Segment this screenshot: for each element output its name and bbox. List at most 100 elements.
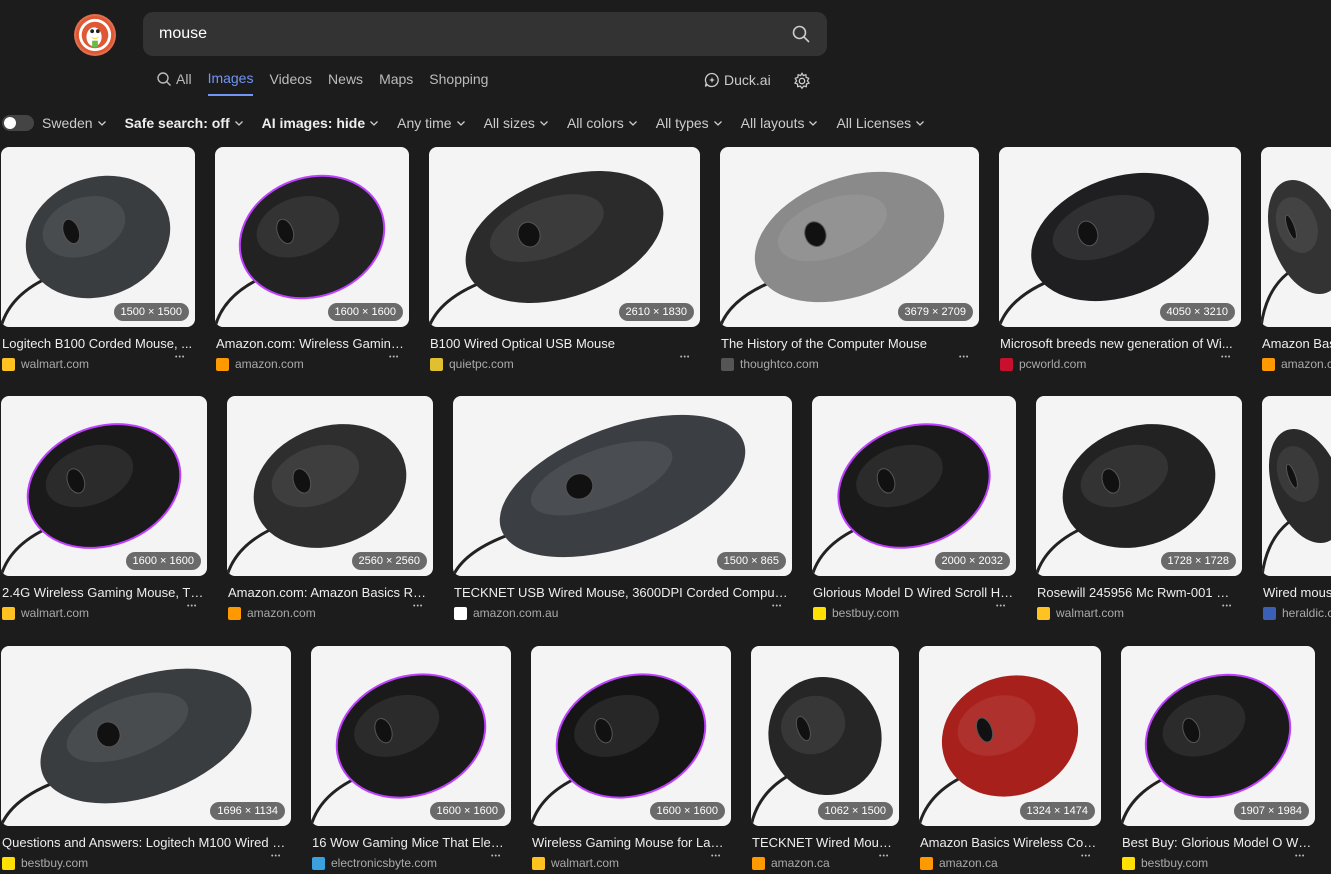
image-result[interactable]: 1062 × 1500 TECKNET Wired Mouse... amazon.… (751, 646, 899, 874)
image-result[interactable]: 2560 × 2560 Amazon.com: Amazon Basics Res… (227, 396, 433, 624)
more-options-icon[interactable]: ••• (959, 354, 969, 361)
result-source[interactable]: heraldic.c (1263, 606, 1331, 620)
result-thumbnail[interactable]: 2000 × 2032 (812, 396, 1016, 576)
more-options-icon[interactable]: ••• (680, 354, 690, 361)
layout-filter[interactable]: All layouts (741, 115, 819, 131)
result-thumbnail[interactable]: 1062 × 1500 (751, 646, 899, 826)
result-title[interactable]: Questions and Answers: Logitech M100 Wir… (2, 835, 290, 850)
result-title[interactable]: Wired mous (1263, 585, 1331, 600)
license-filter[interactable]: All Licenses (836, 115, 925, 131)
image-result[interactable]: 1600 × 1600 2.4G Wireless Gaming Mouse, T… (1, 396, 207, 624)
result-source[interactable]: walmart.com (1037, 606, 1124, 620)
result-thumbnail[interactable]: 1728 × 1728 (1036, 396, 1242, 576)
image-result[interactable]: 1728 × 1728 Rosewill 245956 Mc Rwm-001 Wi… (1036, 396, 1242, 624)
result-title[interactable]: Amazon Bas (1262, 336, 1331, 351)
result-source[interactable]: walmart.com (2, 357, 89, 371)
time-filter[interactable]: Any time (397, 115, 465, 131)
region-filter[interactable]: Sweden (42, 115, 107, 131)
image-result[interactable]: 3679 × 2709 The History of the Computer M… (720, 147, 979, 375)
result-thumbnail[interactable]: 1600 × 1600 (311, 646, 511, 826)
size-filter[interactable]: All sizes (484, 115, 549, 131)
more-options-icon[interactable]: ••• (271, 853, 281, 860)
result-title[interactable]: Best Buy: Glorious Model O Wir... (1122, 835, 1314, 850)
image-result[interactable]: 1600 × 1600 Amazon.com: Wireless Gaming .… (215, 147, 409, 375)
result-title[interactable]: Amazon Basics Wireless Com... (920, 835, 1100, 850)
result-thumbnail[interactable]: 1696 × 1134 (1, 646, 291, 826)
ai-images-filter[interactable]: AI images: hide (262, 115, 379, 131)
result-source[interactable]: amazon.com.au (454, 606, 558, 620)
more-options-icon[interactable]: ••• (1222, 603, 1232, 610)
result-title[interactable]: Microsoft breeds new generation of Wi... (1000, 336, 1240, 351)
result-thumbnail[interactable]: 1500 × 1500 (1, 147, 195, 327)
duckduckgo-logo[interactable] (74, 14, 116, 56)
result-source[interactable]: amazon.com (228, 606, 316, 620)
tab-images[interactable]: Images (207, 70, 254, 96)
result-title[interactable]: B100 Wired Optical USB Mouse (430, 336, 699, 351)
result-title[interactable]: TECKNET USB Wired Mouse, 3600DPI Corded … (454, 585, 791, 600)
result-title[interactable]: Logitech B100 Corded Mouse, ... (2, 336, 194, 351)
more-options-icon[interactable]: ••• (711, 853, 721, 860)
image-result[interactable]: Amazon Bas amazon.c (1261, 147, 1331, 375)
tab-shopping[interactable]: Shopping (429, 70, 488, 96)
more-options-icon[interactable]: ••• (1295, 853, 1305, 860)
result-title[interactable]: Rosewill 245956 Mc Rwm-001 Wir... (1037, 585, 1241, 600)
result-title[interactable]: 16 Wow Gaming Mice That Eleva... (312, 835, 510, 850)
result-title[interactable]: Amazon.com: Amazon Basics Res... (228, 585, 432, 600)
image-result[interactable]: 1324 × 1474 Amazon Basics Wireless Com...… (919, 646, 1101, 874)
region-toggle[interactable] (2, 115, 34, 131)
image-result[interactable]: 4050 × 3210 Microsoft breeds new generati… (999, 147, 1241, 375)
type-filter[interactable]: All types (656, 115, 723, 131)
result-title[interactable]: The History of the Computer Mouse (721, 336, 978, 351)
tab-maps[interactable]: Maps (379, 70, 413, 96)
result-title[interactable]: Glorious Model D Wired Scroll Ho... (813, 585, 1015, 600)
tab-news[interactable]: News (328, 70, 363, 96)
result-source[interactable]: walmart.com (532, 856, 619, 870)
search-icon[interactable] (791, 24, 811, 44)
result-thumbnail[interactable]: 1500 × 865 (453, 396, 792, 576)
result-title[interactable]: Amazon.com: Wireless Gaming ... (216, 336, 408, 351)
result-source[interactable]: bestbuy.com (1122, 856, 1208, 870)
result-source[interactable]: amazon.ca (752, 856, 830, 870)
result-source[interactable]: amazon.ca (920, 856, 998, 870)
result-thumbnail[interactable]: 1600 × 1600 (531, 646, 731, 826)
tab-videos[interactable]: Videos (269, 70, 312, 96)
result-thumbnail[interactable]: 4050 × 3210 (999, 147, 1241, 327)
image-result[interactable]: 2000 × 2032 Glorious Model D Wired Scroll… (812, 396, 1016, 624)
result-title[interactable]: TECKNET Wired Mouse... (752, 835, 898, 850)
result-source[interactable]: thoughtco.com (721, 357, 819, 371)
image-result[interactable]: 1500 × 865 TECKNET USB Wired Mouse, 3600D… (453, 396, 792, 624)
image-result[interactable]: 1600 × 1600 Wireless Gaming Mouse for Lap… (531, 646, 731, 874)
color-filter[interactable]: All colors (567, 115, 638, 131)
search-input[interactable] (159, 25, 791, 43)
more-options-icon[interactable]: ••• (996, 603, 1006, 610)
result-title[interactable]: 2.4G Wireless Gaming Mouse, TS... (2, 585, 206, 600)
result-source[interactable]: quietpc.com (430, 357, 514, 371)
result-title[interactable]: Wireless Gaming Mouse for Lapt... (532, 835, 730, 850)
more-options-icon[interactable]: ••• (772, 603, 782, 610)
image-result[interactable]: 1500 × 1500 Logitech B100 Corded Mouse, .… (1, 147, 195, 375)
result-thumbnail[interactable]: 2610 × 1830 (429, 147, 700, 327)
safe-search-filter[interactable]: Safe search: off (125, 115, 244, 131)
result-source[interactable]: bestbuy.com (2, 856, 88, 870)
more-options-icon[interactable]: ••• (879, 853, 889, 860)
more-options-icon[interactable]: ••• (1081, 853, 1091, 860)
result-thumbnail[interactable]: 1600 × 1600 (215, 147, 409, 327)
image-result[interactable]: 2610 × 1830 B100 Wired Optical USB Mouse q… (429, 147, 700, 375)
more-options-icon[interactable]: ••• (1221, 354, 1231, 361)
result-thumbnail[interactable]: 2560 × 2560 (227, 396, 433, 576)
result-thumbnail[interactable]: 3679 × 2709 (720, 147, 979, 327)
search-bar[interactable] (143, 12, 827, 56)
more-options-icon[interactable]: ••• (413, 603, 423, 610)
tab-all[interactable]: All (156, 70, 192, 96)
image-result[interactable]: 1907 × 1984 Best Buy: Glorious Model O Wi… (1121, 646, 1315, 874)
duckai-link[interactable]: Duck.ai (704, 72, 771, 88)
result-source[interactable]: pcworld.com (1000, 357, 1086, 371)
result-source[interactable]: bestbuy.com (813, 606, 899, 620)
result-thumbnail[interactable] (1261, 147, 1331, 327)
result-thumbnail[interactable]: 1600 × 1600 (1, 396, 207, 576)
image-result[interactable]: 1600 × 1600 16 Wow Gaming Mice That Eleva… (311, 646, 511, 874)
result-source[interactable]: walmart.com (2, 606, 89, 620)
gear-icon[interactable] (793, 72, 811, 90)
result-thumbnail[interactable]: 1907 × 1984 (1121, 646, 1315, 826)
more-options-icon[interactable]: ••• (175, 354, 185, 361)
